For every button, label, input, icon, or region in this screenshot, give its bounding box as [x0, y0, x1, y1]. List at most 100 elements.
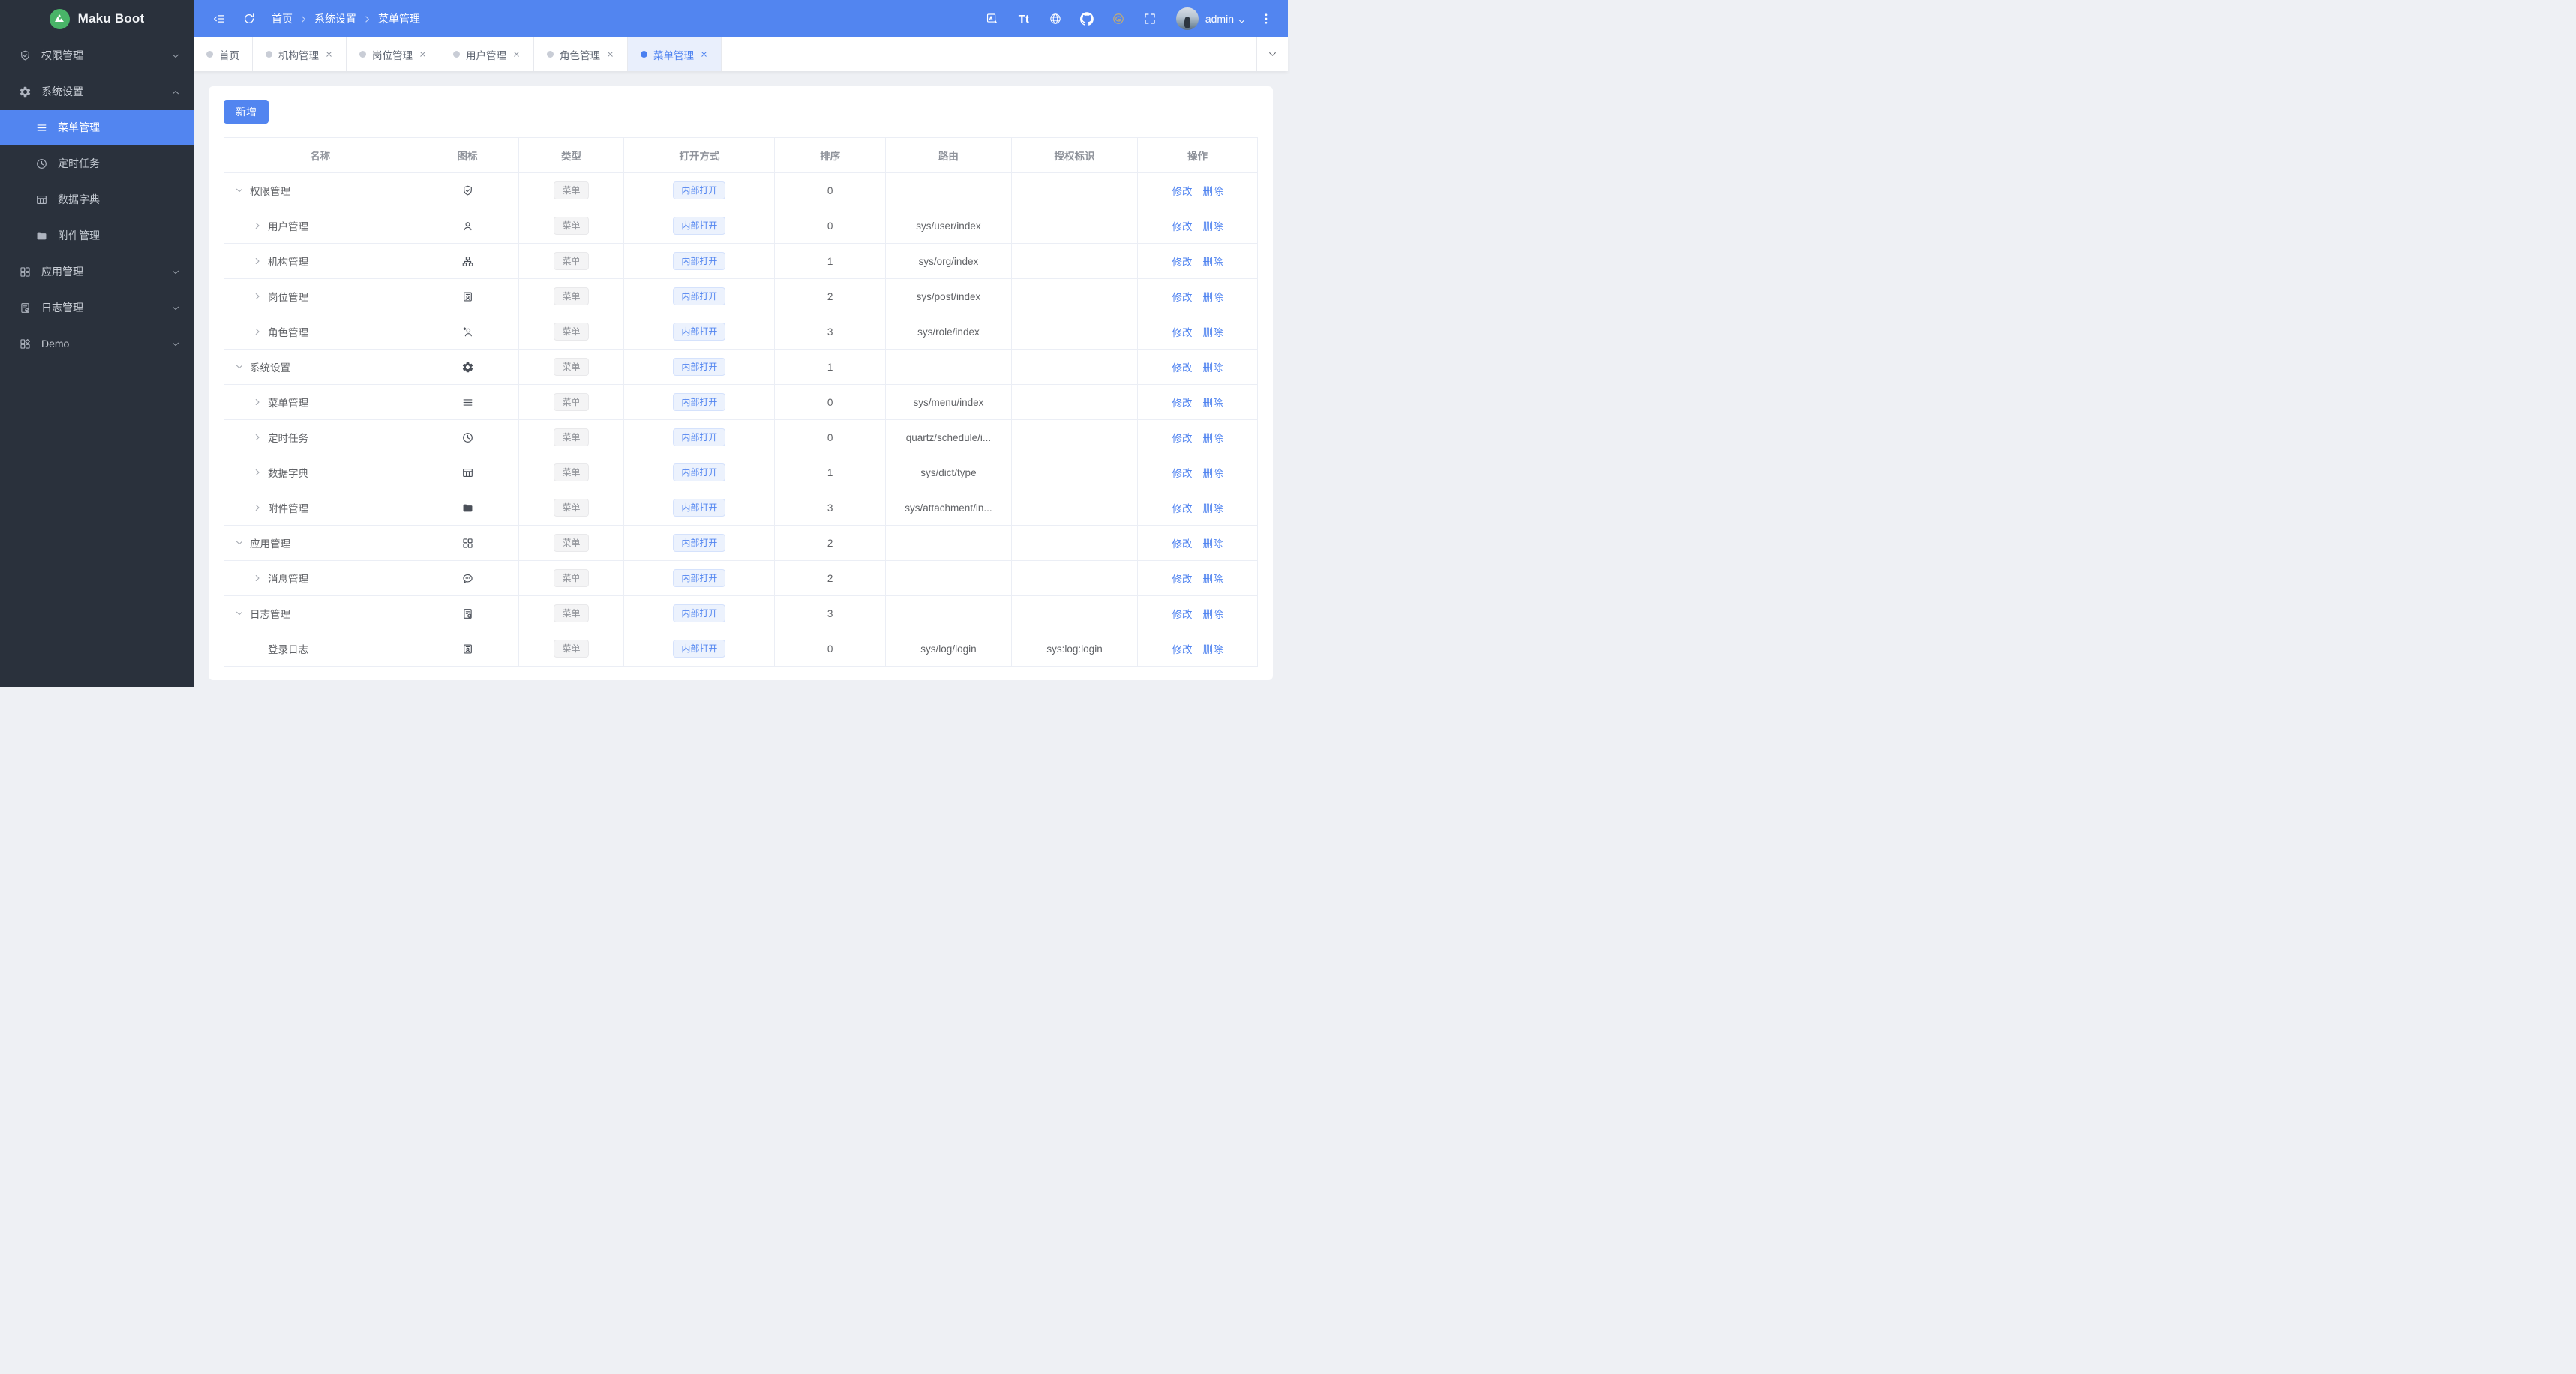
edit-link[interactable]: 修改: [1172, 398, 1193, 409]
delete-link[interactable]: 删除: [1203, 468, 1223, 479]
menu-type-cell: 菜单: [518, 490, 625, 526]
tree-collapsed-caret[interactable]: [252, 291, 263, 302]
tab-label: 角色管理: [560, 50, 600, 62]
edit-link[interactable]: 修改: [1172, 362, 1193, 374]
type-tag: 菜单: [554, 358, 589, 376]
tree-expanded-caret[interactable]: [234, 362, 245, 372]
user-name[interactable]: admin: [1205, 13, 1234, 25]
close-icon[interactable]: [606, 50, 614, 58]
doc-check-icon: [461, 608, 474, 620]
menu-open-cell: 内部打开: [623, 454, 776, 490]
tree-collapsed-caret[interactable]: [252, 326, 263, 337]
collapse-sidebar-icon[interactable]: [212, 12, 226, 26]
tab-用户管理[interactable]: 用户管理: [440, 38, 534, 71]
tab-菜单管理[interactable]: 菜单管理: [628, 38, 722, 71]
globe-icon[interactable]: [1049, 12, 1062, 26]
tree-expanded-caret[interactable]: [234, 538, 245, 548]
tree-collapsed-caret[interactable]: [252, 432, 263, 442]
translate-icon[interactable]: [986, 12, 999, 26]
sidebar-item-权限管理[interactable]: 权限管理: [0, 38, 194, 74]
edit-link[interactable]: 修改: [1172, 574, 1193, 585]
menu-table-wrap: 名称 图标 类型 打开方式 排序 路由 授权标识 操作 权限管理 菜单 内部打开 0 修改 删除 用户管理…: [223, 137, 1258, 667]
breadcrumb-system[interactable]: 系统设置: [314, 11, 356, 26]
user-avatar[interactable]: [1175, 8, 1199, 30]
tab-actions-dropdown[interactable]: [1256, 38, 1288, 71]
tree-collapsed-caret[interactable]: [252, 256, 263, 266]
delete-link[interactable]: 删除: [1203, 433, 1223, 444]
font-size-icon[interactable]: Tt: [1017, 12, 1031, 26]
table-row: 角色管理 菜单 内部打开 3 sys/role/index 修改 删除: [223, 314, 1258, 350]
tree-collapsed-caret[interactable]: [252, 220, 263, 231]
add-button[interactable]: 新增: [224, 100, 269, 124]
open-mode-tag: 内部打开: [673, 569, 726, 587]
sidebar-subitem-label: 定时任务: [58, 158, 100, 170]
menu-actions-cell: 修改 删除: [1137, 560, 1258, 596]
sidebar-subitem-数据字典[interactable]: 数据字典: [0, 182, 194, 218]
delete-link[interactable]: 删除: [1203, 574, 1223, 585]
sidebar-item-系统设置[interactable]: 系统设置: [0, 74, 194, 110]
sidebar-subitem-菜单管理[interactable]: 菜单管理: [0, 110, 194, 146]
menu-route-cell: sys/user/index: [884, 208, 1013, 244]
delete-link[interactable]: 删除: [1203, 186, 1223, 197]
close-icon[interactable]: [512, 50, 521, 58]
tree-collapsed-caret[interactable]: [252, 397, 263, 407]
open-mode-tag: 内部打开: [673, 287, 726, 305]
menu-sort-cell: 1: [774, 243, 886, 279]
breadcrumb-home[interactable]: 首页: [272, 11, 293, 26]
edit-link[interactable]: 修改: [1172, 221, 1193, 232]
table-row: 日志管理 菜单 内部打开 3 修改 删除: [223, 596, 1258, 632]
sidebar-item-日志管理[interactable]: 日志管理: [0, 290, 194, 326]
delete-link[interactable]: 删除: [1203, 327, 1223, 338]
menu-sort-cell: 0: [774, 172, 886, 208]
edit-link[interactable]: 修改: [1172, 186, 1193, 197]
tree-collapsed-caret[interactable]: [252, 573, 263, 584]
delete-link[interactable]: 删除: [1203, 221, 1223, 232]
folder-icon: [35, 230, 48, 242]
delete-link[interactable]: 删除: [1203, 256, 1223, 268]
sidebar-item-应用管理[interactable]: 应用管理: [0, 254, 194, 290]
tree-collapsed-caret[interactable]: [252, 502, 263, 513]
edit-link[interactable]: 修改: [1172, 256, 1193, 268]
tree-collapsed-caret[interactable]: [252, 467, 263, 478]
sidebar-subitem-定时任务[interactable]: 定时任务: [0, 146, 194, 182]
gitee-icon[interactable]: [1112, 12, 1125, 26]
edit-link[interactable]: 修改: [1172, 468, 1193, 479]
edit-link[interactable]: 修改: [1172, 644, 1193, 656]
delete-link[interactable]: 删除: [1203, 398, 1223, 409]
tree-expanded-caret[interactable]: [234, 608, 245, 619]
sidebar-item-Demo[interactable]: Demo: [0, 326, 194, 362]
edit-link[interactable]: 修改: [1172, 433, 1193, 444]
sidebar-subitem-附件管理[interactable]: 附件管理: [0, 218, 194, 254]
menu-sort-cell: 0: [774, 631, 886, 667]
delete-link[interactable]: 删除: [1203, 538, 1223, 550]
edit-link[interactable]: 修改: [1172, 503, 1193, 514]
tab-角色管理[interactable]: 角色管理: [534, 38, 628, 71]
close-icon[interactable]: [325, 50, 333, 58]
close-icon[interactable]: [419, 50, 427, 58]
delete-link[interactable]: 删除: [1203, 362, 1223, 374]
delete-link[interactable]: 删除: [1203, 609, 1223, 620]
edit-link[interactable]: 修改: [1172, 538, 1193, 550]
edit-link[interactable]: 修改: [1172, 609, 1193, 620]
delete-link[interactable]: 删除: [1203, 644, 1223, 656]
fullscreen-icon[interactable]: [1143, 12, 1157, 26]
menu-icon-cell: [416, 243, 519, 279]
menu-sort-cell: 0: [774, 419, 886, 455]
edit-link[interactable]: 修改: [1172, 327, 1193, 338]
tab-岗位管理[interactable]: 岗位管理: [347, 38, 440, 71]
close-icon[interactable]: [700, 50, 708, 58]
tree-expanded-caret[interactable]: [234, 185, 245, 196]
menu-type-cell: 菜单: [518, 172, 625, 208]
menu-sort-cell: 3: [774, 490, 886, 526]
chevron-down-icon[interactable]: [1238, 16, 1246, 24]
menu-actions-cell: 修改 删除: [1137, 596, 1258, 632]
refresh-icon[interactable]: [242, 12, 256, 26]
delete-link[interactable]: 删除: [1203, 503, 1223, 514]
menu-sort-cell: 1: [774, 454, 886, 490]
tab-机构管理[interactable]: 机构管理: [253, 38, 347, 71]
tab-首页[interactable]: 首页: [194, 38, 253, 71]
delete-link[interactable]: 删除: [1203, 292, 1223, 303]
github-icon[interactable]: [1079, 12, 1094, 26]
edit-link[interactable]: 修改: [1172, 292, 1193, 303]
kebab-menu-icon[interactable]: [1259, 12, 1273, 26]
